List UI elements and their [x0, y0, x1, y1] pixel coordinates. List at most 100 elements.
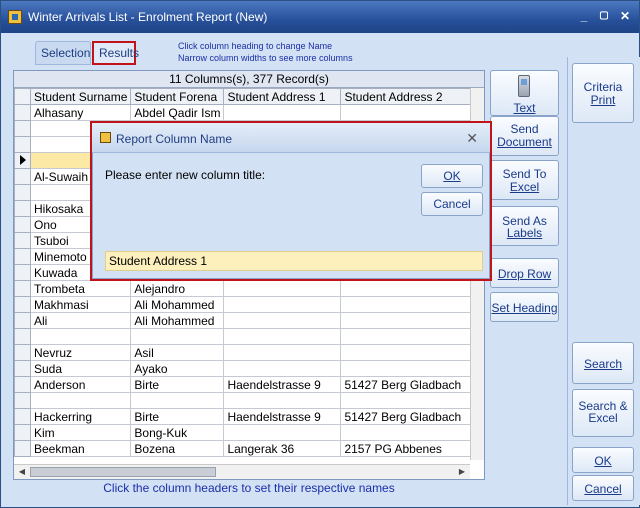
row-selector[interactable]: [14, 104, 31, 121]
table-cell[interactable]: Bozena: [130, 440, 225, 457]
table-cell[interactable]: [340, 328, 475, 345]
set-heading-button[interactable]: Set Heading: [490, 292, 559, 322]
table-cell[interactable]: Alejandro: [130, 280, 225, 297]
table-cell[interactable]: 51427 Berg Gladbach: [340, 376, 475, 393]
row-selector[interactable]: [14, 184, 31, 201]
table-row[interactable]: Ali Ali Mohammed: [14, 312, 475, 329]
table-cell[interactable]: Langerak 36: [223, 440, 342, 457]
table-cell[interactable]: [340, 360, 475, 377]
dialog-ok-button[interactable]: OK: [421, 164, 483, 188]
table-row[interactable]: Alhasany Abdel Qadir Ism: [14, 104, 475, 121]
tab-results[interactable]: Results: [92, 41, 139, 65]
table-cell[interactable]: [130, 328, 225, 345]
search-button[interactable]: Search: [572, 342, 634, 384]
horizontal-scrollbar[interactable]: ◀ ▶: [14, 464, 470, 479]
table-cell[interactable]: Ayako: [130, 360, 225, 377]
row-selector[interactable]: [14, 168, 31, 185]
table-cell[interactable]: Beekman: [29, 440, 132, 457]
table-cell[interactable]: Trombeta: [29, 280, 132, 297]
table-cell[interactable]: [223, 424, 342, 441]
table-cell[interactable]: Birte: [130, 408, 225, 425]
row-selector[interactable]: [14, 200, 31, 217]
table-cell[interactable]: Asil: [130, 344, 225, 361]
table-cell[interactable]: [340, 312, 475, 329]
maximize-button[interactable]: ▢: [597, 9, 611, 23]
minimize-button[interactable]: _: [577, 9, 591, 23]
dialog-cancel-button[interactable]: Cancel: [421, 192, 483, 216]
row-selector[interactable]: [14, 328, 31, 345]
table-row[interactable]: Nevruz Asil: [14, 344, 475, 361]
close-button[interactable]: ✕: [618, 9, 632, 23]
table-cell[interactable]: [223, 344, 342, 361]
criteria-print-button[interactable]: Criteria Print: [572, 63, 634, 123]
table-cell[interactable]: Abdel Qadir Ism: [130, 104, 225, 121]
table-row[interactable]: Kim Bong-Kuk: [14, 424, 475, 441]
tab-selection[interactable]: Selection: [35, 41, 91, 65]
table-cell[interactable]: Haendelstrasse 9: [223, 408, 342, 425]
scroll-right-icon[interactable]: ▶: [455, 465, 469, 479]
table-cell[interactable]: Bong-Kuk: [130, 424, 225, 441]
cancel-button[interactable]: Cancel: [572, 475, 634, 501]
table-row[interactable]: Suda Ayako: [14, 360, 475, 377]
table-cell[interactable]: Birte: [130, 376, 225, 393]
table-row[interactable]: [14, 328, 475, 345]
text-button[interactable]: Text: [490, 70, 559, 116]
row-selector[interactable]: [14, 408, 31, 425]
table-cell[interactable]: Haendelstrasse 9: [223, 376, 342, 393]
table-cell[interactable]: [340, 296, 475, 313]
row-selector[interactable]: [14, 120, 31, 137]
table-cell[interactable]: Hackerring: [29, 408, 132, 425]
table-row[interactable]: Beekman Bozena Langerak 36 2157 PG Abbenes: [14, 440, 475, 457]
scroll-thumb[interactable]: [30, 467, 216, 477]
row-selector[interactable]: [14, 344, 31, 361]
row-selector[interactable]: [14, 376, 31, 393]
table-cell[interactable]: Anderson: [29, 376, 132, 393]
column-header-address-2[interactable]: Student Address 2: [340, 88, 475, 105]
send-as-labels-button[interactable]: Send As Labels: [490, 206, 559, 246]
row-selector[interactable]: [14, 152, 31, 169]
table-cell[interactable]: [223, 328, 342, 345]
table-cell[interactable]: [29, 392, 132, 409]
table-cell[interactable]: [340, 344, 475, 361]
column-header-surname[interactable]: Student Surname: [29, 88, 132, 105]
table-cell[interactable]: 51427 Berg Gladbach: [340, 408, 475, 425]
table-cell[interactable]: Ali: [29, 312, 132, 329]
row-selector[interactable]: [14, 232, 31, 249]
table-cell[interactable]: Alhasany: [29, 104, 132, 121]
column-header-address-1[interactable]: Student Address 1: [223, 88, 342, 105]
column-title-input[interactable]: [105, 251, 483, 271]
drop-row-button[interactable]: Drop Row: [490, 258, 559, 288]
row-selector[interactable]: [14, 136, 31, 153]
table-cell[interactable]: [340, 392, 475, 409]
row-selector[interactable]: [14, 312, 31, 329]
table-cell[interactable]: [223, 280, 342, 297]
table-cell[interactable]: [340, 424, 475, 441]
table-cell[interactable]: 2157 PG Abbenes: [340, 440, 475, 457]
search-excel-button[interactable]: Search & Excel: [572, 389, 634, 437]
column-header-forename[interactable]: Student Forena: [130, 88, 225, 105]
table-cell[interactable]: [223, 104, 342, 121]
row-selector[interactable]: [14, 216, 31, 233]
scroll-left-icon[interactable]: ◀: [15, 465, 29, 479]
table-cell[interactable]: [223, 296, 342, 313]
send-to-excel-button[interactable]: Send To Excel: [490, 160, 559, 200]
row-selector[interactable]: [14, 424, 31, 441]
table-cell[interactable]: [223, 360, 342, 377]
table-cell[interactable]: Ali Mohammed: [130, 312, 225, 329]
send-document-button[interactable]: Send Document: [490, 116, 559, 156]
table-row[interactable]: Anderson Birte Haendelstrasse 9 51427 Berg …: [14, 376, 475, 393]
table-row[interactable]: Makhmasi Ali Mohammed: [14, 296, 475, 313]
table-cell[interactable]: [223, 392, 342, 409]
table-cell[interactable]: Ali Mohammed: [130, 296, 225, 313]
ok-button[interactable]: OK: [572, 447, 634, 473]
table-cell[interactable]: Kim: [29, 424, 132, 441]
table-cell[interactable]: [340, 280, 475, 297]
table-cell[interactable]: Suda: [29, 360, 132, 377]
table-row[interactable]: Trombeta Alejandro: [14, 280, 475, 297]
table-row[interactable]: [14, 392, 475, 409]
row-selector[interactable]: [14, 360, 31, 377]
table-cell[interactable]: [130, 392, 225, 409]
row-selector[interactable]: [14, 392, 31, 409]
table-cell[interactable]: [340, 104, 475, 121]
row-selector[interactable]: [14, 248, 31, 265]
